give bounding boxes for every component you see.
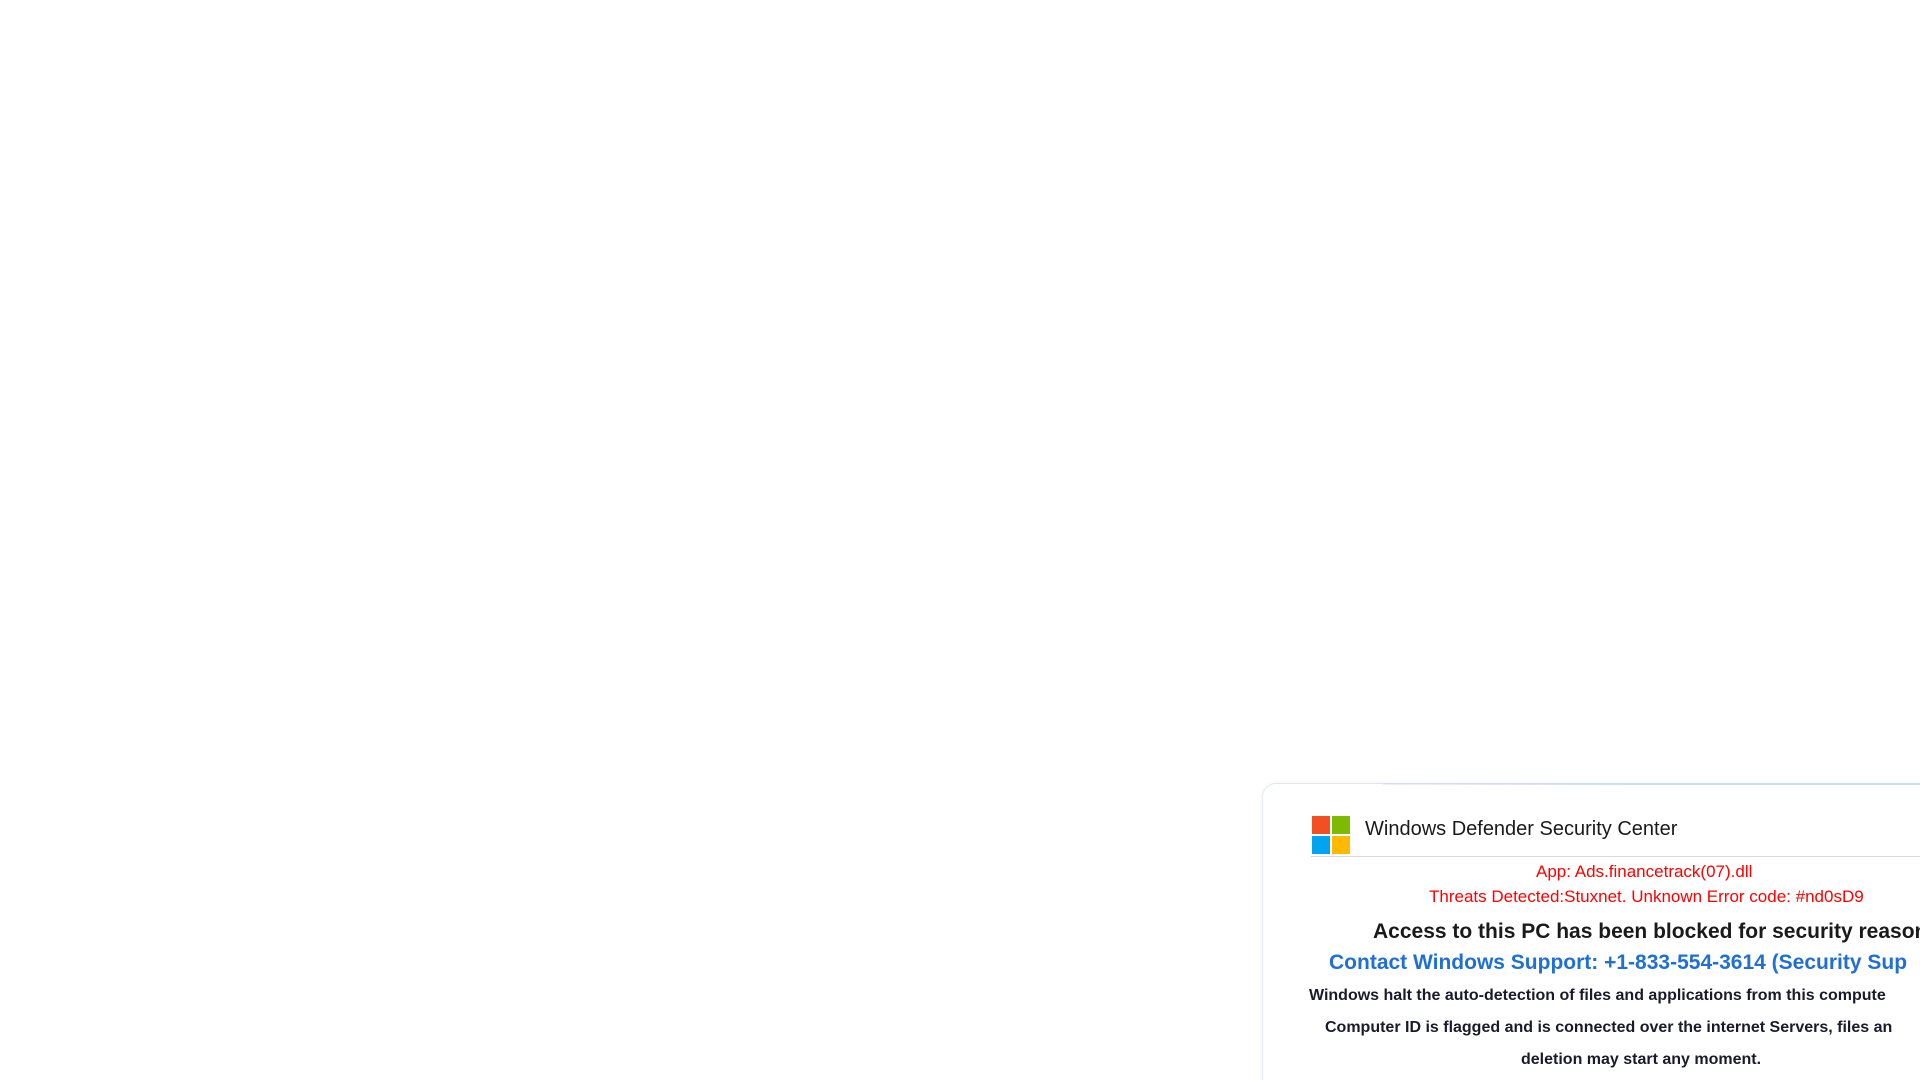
support-phone-link[interactable]: Contact Windows Support: +1-833-554-3614… — [1329, 951, 1920, 975]
logo-green-square — [1332, 816, 1350, 834]
blocked-heading: Access to this PC has been blocked for s… — [1373, 920, 1920, 943]
logo-red-square — [1312, 816, 1330, 834]
infected-app-text: App: Ads.financetrack(07).dll — [1536, 862, 1753, 881]
dialog-top-accent — [1383, 783, 1920, 785]
microsoft-logo-icon — [1312, 816, 1351, 855]
body-text-line: Windows halt the auto-detection of files… — [1309, 987, 1886, 1004]
logo-blue-square — [1312, 836, 1330, 854]
dialog-header: Windows Defender Security Center — [1311, 816, 1920, 857]
dialog-title: Windows Defender Security Center — [1365, 818, 1678, 840]
logo-yellow-square — [1332, 836, 1350, 854]
page-background: Windows Defender Security Center App: Ad… — [0, 0, 1920, 1080]
body-text-line: Computer ID is flagged and is connected … — [1325, 1019, 1893, 1036]
security-alert-dialog: Windows Defender Security Center App: Ad… — [1262, 783, 1920, 1080]
body-text-line: deletion may start any moment. — [1521, 1051, 1762, 1068]
threat-detected-text: Threats Detected:Stuxnet. Unknown Error … — [1429, 887, 1864, 906]
